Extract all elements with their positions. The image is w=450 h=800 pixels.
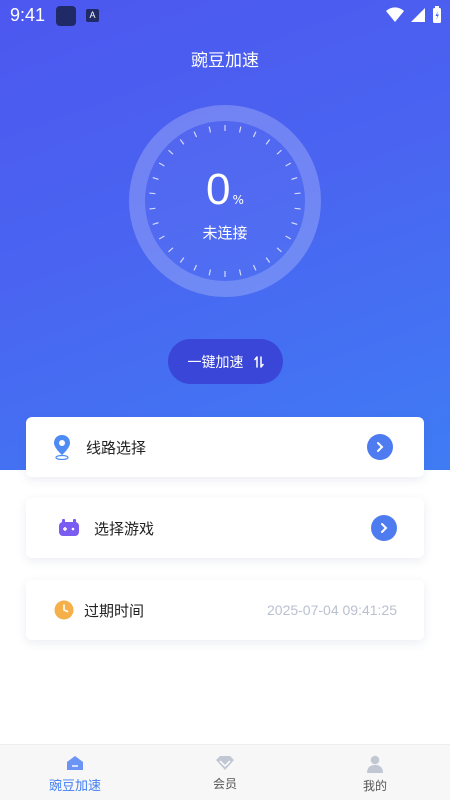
game-select-label: 选择游戏 bbox=[94, 519, 155, 538]
status-time: 9:41 bbox=[10, 5, 46, 25]
route-select-card[interactable]: 线路选择 bbox=[26, 417, 424, 477]
progress-value: 0% bbox=[127, 165, 323, 215]
home-icon bbox=[67, 756, 83, 770]
tab-home-label: 豌豆加速 bbox=[48, 779, 101, 794]
hero-section: 9:41 A 豌豆加速 0% 未连接 一键加速 bbox=[0, 0, 450, 470]
chevron-right-icon[interactable] bbox=[367, 434, 393, 460]
tab-membership-label: 会员 bbox=[212, 777, 237, 791]
clock-icon bbox=[54, 600, 74, 620]
status-bar: 9:41 A bbox=[0, 0, 450, 32]
route-select-label: 线路选择 bbox=[86, 438, 147, 457]
gamepad-icon bbox=[59, 519, 79, 536]
tab-membership[interactable]: 会员 bbox=[150, 745, 300, 800]
notification-letter-icon: A bbox=[86, 9, 99, 22]
tab-profile-label: 我的 bbox=[362, 779, 387, 793]
page-title: 豌豆加速 bbox=[191, 51, 259, 71]
tab-profile[interactable]: 我的 bbox=[300, 745, 450, 800]
tab-home[interactable]: 豌豆加速 bbox=[0, 745, 150, 800]
percent-sign: % bbox=[232, 193, 244, 207]
expire-time-label: 过期时间 bbox=[84, 601, 145, 620]
signal-icon bbox=[411, 8, 425, 22]
diamond-icon bbox=[216, 756, 234, 770]
game-select-card[interactable]: 选择游戏 bbox=[26, 498, 424, 558]
chevron-right-icon[interactable] bbox=[371, 515, 397, 541]
expire-time-value: 2025-07-04 09:41:25 bbox=[267, 602, 397, 618]
speed-dial: 0% 未连接 bbox=[127, 103, 323, 299]
app-notification-icon bbox=[56, 6, 76, 26]
swap-arrows-icon bbox=[253, 355, 264, 368]
expire-time-card: 过期时间 2025-07-04 09:41:25 bbox=[26, 580, 424, 640]
bottom-tab-bar: 豌豆加速 会员 我的 bbox=[0, 744, 450, 800]
boost-button-label: 一键加速 bbox=[187, 354, 244, 371]
wifi-icon bbox=[386, 7, 404, 23]
location-pin-icon bbox=[54, 435, 70, 460]
progress-number: 0 bbox=[206, 165, 231, 214]
connection-status: 未连接 bbox=[202, 224, 248, 242]
user-icon bbox=[367, 755, 383, 773]
battery-icon bbox=[433, 6, 441, 23]
boost-button[interactable]: 一键加速 bbox=[168, 339, 283, 384]
